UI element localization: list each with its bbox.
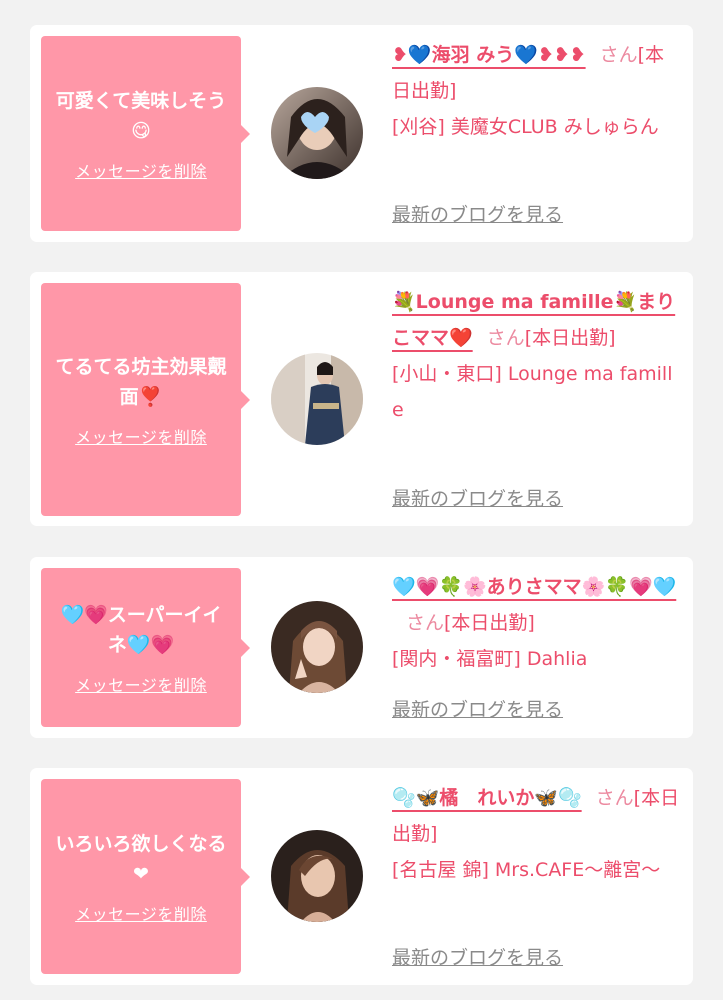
profile-photo-icon [271, 830, 363, 922]
message-bubble: 可愛くて美味しそう😋 メッセージを削除 [41, 36, 250, 231]
profile-photo-icon [271, 353, 363, 445]
delete-message-link[interactable]: メッセージを削除 [75, 424, 207, 448]
avatar[interactable] [271, 353, 363, 445]
message-bubble: てるてる坊主効果覿面❣️ メッセージを削除 [41, 283, 250, 516]
attendance-status: [本日出勤] [444, 612, 535, 634]
message-card: 🩵💗スーパーイイネ🩵💗 メッセージを削除 🩵💗🍀🌸ありさママ🌸🍀💗🩵 さん[本日出… [30, 557, 693, 738]
shop-name: [名古屋 錦] Mrs.CAFE～離宮～ [392, 859, 661, 881]
honorific: さん [595, 787, 634, 809]
avatar[interactable] [271, 830, 363, 922]
girl-info: 🫧🦋橘 れいか🦋🫧 さん[本日出勤] [名古屋 錦] Mrs.CAFE～離宮～ [392, 780, 682, 888]
avatar[interactable] [271, 87, 363, 179]
latest-blog-link[interactable]: 最新のブログを見る [392, 200, 563, 227]
honorific: さん [486, 327, 525, 349]
profile-photo-icon [271, 87, 363, 179]
shop-name: [関内・福富町] Dahlia [392, 648, 588, 670]
honorific: さん [406, 612, 445, 634]
latest-blog-link[interactable]: 最新のブログを見る [392, 484, 563, 511]
latest-blog-link[interactable]: 最新のブログを見る [392, 943, 563, 970]
avatar[interactable] [271, 601, 363, 693]
attendance-status: [本日出勤] [524, 327, 616, 349]
message-text: 可愛くて美味しそう😋 [55, 89, 227, 142]
message-card: いろいろ欲しくなる❤ メッセージを削除 🫧🦋橘 れいか🦋🫧 さん[本日出勤] [名… [30, 768, 693, 985]
girl-name-link[interactable]: 🫧🦋橘 れいか🦋🫧 [392, 787, 582, 809]
girl-name-link[interactable]: ❥💙海羽 みう💙❥❥❥ [392, 44, 586, 66]
message-bubble: いろいろ欲しくなる❤ メッセージを削除 [41, 779, 250, 974]
message-bubble: 🩵💗スーパーイイネ🩵💗 メッセージを削除 [41, 568, 250, 727]
delete-message-link[interactable]: メッセージを削除 [75, 672, 207, 696]
girl-info: ❥💙海羽 みう💙❥❥❥ さん[本日出勤] [刈谷] 美魔女CLUB みしゅらん [392, 37, 682, 145]
message-text: 🩵💗スーパーイイネ🩵💗 [60, 603, 222, 656]
delete-message-link[interactable]: メッセージを削除 [75, 158, 207, 182]
honorific: さん [599, 44, 638, 66]
girl-name-link[interactable]: 🩵💗🍀🌸ありさママ🌸🍀💗🩵 [392, 576, 676, 598]
shop-name: [刈谷] 美魔女CLUB みしゅらん [392, 116, 659, 138]
girl-info: 💐Lounge ma famille💐まりこママ❤️ さん[本日出勤] [小山・東… [392, 284, 682, 428]
message-card: てるてる坊主効果覿面❣️ メッセージを削除 💐Lounge ma famille… [30, 272, 693, 526]
message-text: てるてる坊主効果覿面❣️ [55, 355, 227, 408]
message-text: いろいろ欲しくなる❤ [55, 832, 227, 885]
girl-info: 🩵💗🍀🌸ありさママ🌸🍀💗🩵 さん[本日出勤] [関内・福富町] Dahlia [392, 569, 682, 677]
message-card: 可愛くて美味しそう😋 メッセージを削除 ❥💙海羽 みう💙❥❥❥ さん[本日出勤] … [30, 25, 693, 242]
profile-photo-icon [271, 601, 363, 693]
latest-blog-link[interactable]: 最新のブログを見る [392, 695, 563, 722]
delete-message-link[interactable]: メッセージを削除 [75, 901, 207, 925]
shop-name: [小山・東口] Lounge ma famille [392, 363, 673, 421]
